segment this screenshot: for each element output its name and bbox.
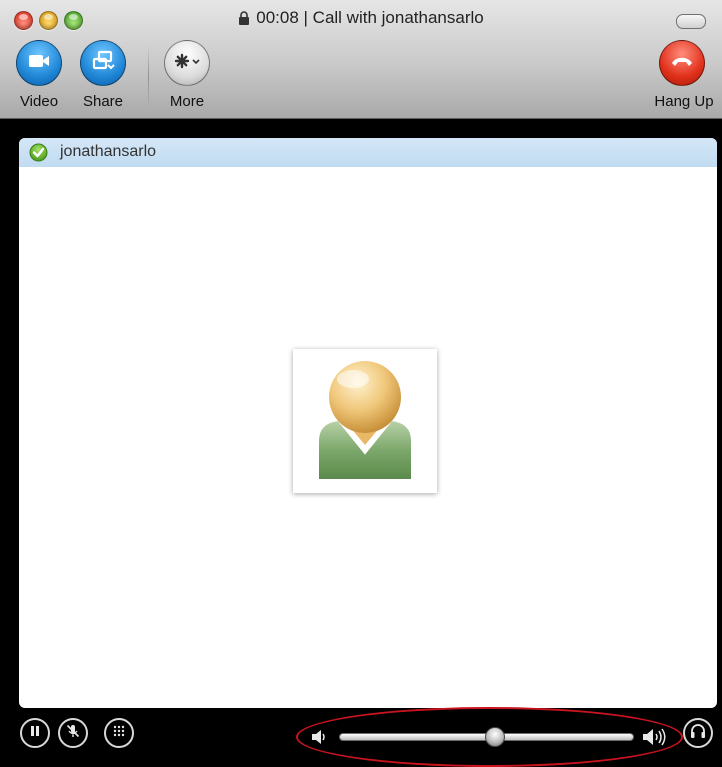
share-label[interactable]: Share [70,93,136,110]
audio-device-button[interactable] [683,718,713,748]
more-button[interactable] [164,40,210,86]
dialpad-button[interactable] [104,718,134,748]
avatar [293,349,437,493]
gear-dropdown-icon [173,52,201,75]
hang-up-label[interactable]: Hang Up [648,93,720,110]
dialpad-icon [113,724,125,742]
window-title: 00:08 | Call with jonathansarlo [256,8,484,27]
default-avatar-icon [319,361,411,479]
online-status-icon [29,143,48,162]
video-camera-icon [27,52,51,75]
title-toolbar: 00:08 | Call with jonathansarlo Video Sh… [0,0,722,119]
toolbar-toggle-button[interactable] [676,14,706,29]
hold-button[interactable] [20,718,50,748]
window-title-container: 00:08 | Call with jonathansarlo [0,8,722,30]
headset-icon [690,723,706,744]
contact-row[interactable]: jonathansarlo [19,138,717,167]
video-button[interactable] [16,40,62,86]
video-label[interactable]: Video [4,93,74,110]
mute-microphone-icon [65,723,81,744]
lock-icon [238,10,250,30]
call-panel: jonathansarlo [19,138,717,708]
share-button[interactable] [80,40,126,86]
toolbar-separator [148,44,149,108]
mute-button[interactable] [58,718,88,748]
volume-highlight-annotation [296,707,683,767]
hang-up-phone-icon [670,54,694,73]
more-label[interactable]: More [156,93,218,110]
contact-name: jonathansarlo [60,143,157,160]
hang-up-button[interactable] [659,40,705,86]
share-screen-icon [91,50,115,77]
pause-icon [29,724,41,742]
